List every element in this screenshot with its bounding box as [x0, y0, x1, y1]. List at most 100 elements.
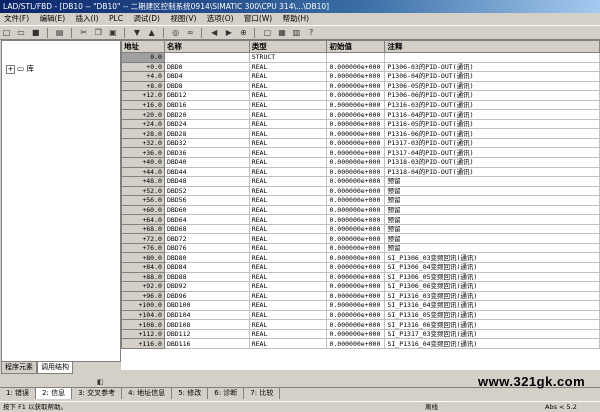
cell-name[interactable]: DBD56 [163, 195, 250, 206]
cell-comment[interactable]: P1318-03的PID-OUT(通讯) [384, 157, 600, 168]
column-header-address[interactable]: 地址 [121, 40, 165, 53]
cell-type[interactable]: REAL [248, 61, 328, 73]
cell-address[interactable]: +116.0 [121, 338, 165, 349]
table-row[interactable]: +76.0 DBD76 REAL 0.000000e+000 预留 [121, 242, 600, 254]
cell-address[interactable]: +28.0 [121, 128, 165, 139]
save-icon[interactable]: ■ [30, 27, 41, 38]
column-header-type[interactable]: 类型 [248, 40, 328, 53]
cell-comment[interactable]: SI_P1306_03变频回讯(通讯) [384, 252, 600, 264]
cell-type[interactable]: REAL [248, 118, 328, 130]
cell-name[interactable]: DBD40 [163, 157, 250, 168]
cut-icon[interactable]: ✂ [78, 27, 89, 38]
cell-type[interactable]: REAL [248, 214, 328, 225]
table-row[interactable]: +24.0 DBD24 REAL 0.000000e+000 P1316-05的PID-… [121, 118, 600, 130]
table-row[interactable]: +84.0 DBD84 REAL 0.000000e+000 SI_P1306_04变频… [121, 262, 600, 273]
cell-name[interactable]: DBD12 [163, 90, 250, 101]
cell-name[interactable]: DBD8 [163, 80, 250, 92]
cell-name[interactable]: DBD20 [163, 109, 250, 120]
cell-comment[interactable]: P1306-03的PID-OUT(通讯) [384, 61, 600, 73]
cell-comment[interactable]: P1316-03的PID-OUT(通讯) [384, 99, 600, 111]
monitor-icon[interactable]: ◎ [170, 27, 181, 38]
table-row[interactable]: +28.0 DBD28 REAL 0.000000e+000 P1316-06的PID-… [121, 128, 600, 139]
cell-initial-value[interactable]: 0.000000e+000 [326, 204, 386, 216]
cell-initial-value[interactable]: 0.000000e+000 [326, 242, 386, 254]
tab-info[interactable]: 2: 信息 [36, 388, 73, 399]
cell-name[interactable]: DBD24 [163, 118, 250, 130]
table-row[interactable]: +104.0 DBD104 REAL 0.000000e+000 SI_P1316_05… [121, 309, 600, 321]
cell-comment[interactable]: SI_P1316_04变频回讯(通讯) [384, 300, 600, 311]
glasses-icon[interactable]: ∞ [185, 27, 196, 38]
cell-address[interactable]: +56.0 [121, 195, 165, 206]
cell-comment[interactable]: SI_P1306_06变频回讯(通讯) [384, 281, 600, 292]
cell-address[interactable]: +104.0 [121, 309, 165, 321]
cell-address[interactable]: +32.0 [121, 137, 165, 149]
cell-initial-value[interactable]: 0.000000e+000 [326, 71, 386, 82]
cell-comment[interactable]: SI_P1316_05变频回讯(通讯) [384, 309, 600, 321]
tab-cross-reference[interactable]: 3: 交叉参考 [72, 388, 123, 399]
cell-comment[interactable]: SI_P1306_04变频回讯(通讯) [384, 262, 600, 273]
cell-type[interactable]: REAL [248, 185, 328, 197]
menu-plc[interactable]: PLC [105, 13, 127, 25]
paste-icon[interactable]: ▣ [107, 27, 118, 38]
details-icon[interactable]: ▦ [276, 27, 287, 38]
cell-name[interactable]: DBD0 [163, 61, 250, 73]
help-icon[interactable]: ? [306, 27, 317, 38]
cell-name[interactable]: DBD96 [163, 290, 250, 302]
cell-type[interactable]: REAL [248, 128, 328, 139]
cell-name[interactable]: DBD16 [163, 99, 250, 111]
table-row[interactable]: +0.0 DBD0 REAL 0.000000e+000 P1306-03的PID-OU… [121, 61, 600, 73]
cell-initial-value[interactable]: 0.000000e+000 [326, 309, 386, 321]
cell-comment[interactable]: P1318-04的PID-OUT(通讯) [384, 166, 600, 178]
cell-address[interactable]: +92.0 [121, 281, 165, 292]
cell-address[interactable]: 0.0 [121, 52, 165, 63]
column-header-initial-value[interactable]: 初始值 [326, 40, 386, 53]
cell-type[interactable]: REAL [248, 262, 328, 273]
cell-name[interactable]: DBD112 [163, 328, 250, 340]
cell-address[interactable]: +24.0 [121, 118, 165, 130]
tab-modify[interactable]: 5: 修改 [172, 388, 209, 399]
cell-initial-value[interactable]: 0.000000e+000 [326, 137, 386, 149]
cell-name[interactable]: DBD32 [163, 137, 250, 149]
cell-comment[interactable]: 预留 [384, 214, 600, 225]
cell-name[interactable]: DBD100 [163, 300, 250, 311]
cell-type[interactable]: REAL [248, 252, 328, 264]
table-row[interactable]: +20.0 DBD20 REAL 0.000000e+000 P1316-04的PID-… [121, 109, 600, 120]
cell-initial-value[interactable]: 0.000000e+000 [326, 300, 386, 311]
cell-address[interactable]: +64.0 [121, 214, 165, 225]
cell-name[interactable]: DBD108 [163, 319, 250, 330]
cell-type[interactable]: REAL [248, 271, 328, 283]
cell-comment[interactable]: P1306-06的PID-OUT(通讯) [384, 90, 600, 101]
cell-name[interactable]: DBD88 [163, 271, 250, 283]
cell-initial-value[interactable]: 0.000000e+000 [326, 128, 386, 139]
cell-type[interactable]: REAL [248, 233, 328, 244]
cell-type[interactable]: REAL [248, 319, 328, 330]
upload-icon[interactable]: ▲ [146, 27, 157, 38]
cell-address[interactable]: +52.0 [121, 185, 165, 197]
table-row[interactable]: +36.0 DBD36 REAL 0.000000e+000 P1317-04的PID-… [121, 147, 600, 158]
tab-diagnostics[interactable]: 6: 诊断 [208, 388, 245, 399]
cell-initial-value[interactable]: 0.000000e+000 [326, 166, 386, 178]
cell-name[interactable]: DBD80 [163, 252, 250, 264]
cell-name[interactable]: DBD48 [163, 176, 250, 187]
table-row[interactable]: +32.0 DBD32 REAL 0.000000e+000 P1317-03的PID-… [121, 137, 600, 149]
cell-comment[interactable]: SI_P1317_03变频回讯(通讯) [384, 328, 600, 340]
table-row[interactable]: +44.0 DBD44 REAL 0.000000e+000 P1318-04的PID-… [121, 166, 600, 178]
cell-initial-value[interactable]: 0.000000e+000 [326, 214, 386, 225]
cell-name[interactable]: DBD52 [163, 185, 250, 197]
menu-options[interactable]: 选项(O) [203, 13, 238, 25]
cell-address[interactable]: +36.0 [121, 147, 165, 158]
cell-type[interactable]: REAL [248, 204, 328, 216]
table-row[interactable]: +80.0 DBD80 REAL 0.000000e+000 SI_P1306_03变频… [121, 252, 600, 264]
cell-initial-value[interactable]: 0.000000e+000 [326, 90, 386, 101]
cell-initial-value[interactable]: 0.000000e+000 [326, 338, 386, 349]
back-icon[interactable]: ◀ [209, 27, 220, 38]
menu-edit[interactable]: 编辑(E) [36, 13, 70, 25]
cell-address[interactable]: +88.0 [121, 271, 165, 283]
cell-initial-value[interactable]: 0.000000e+000 [326, 233, 386, 244]
cell-comment[interactable]: 预留 [384, 233, 600, 244]
cell-type[interactable]: REAL [248, 195, 328, 206]
menu-window[interactable]: 窗口(W) [240, 13, 276, 25]
menu-view[interactable]: 视图(V) [166, 13, 200, 25]
cell-initial-value[interactable]: 0.000000e+000 [326, 176, 386, 187]
table-row[interactable]: +40.0 DBD40 REAL 0.000000e+000 P1318-03的PID-… [121, 157, 600, 168]
